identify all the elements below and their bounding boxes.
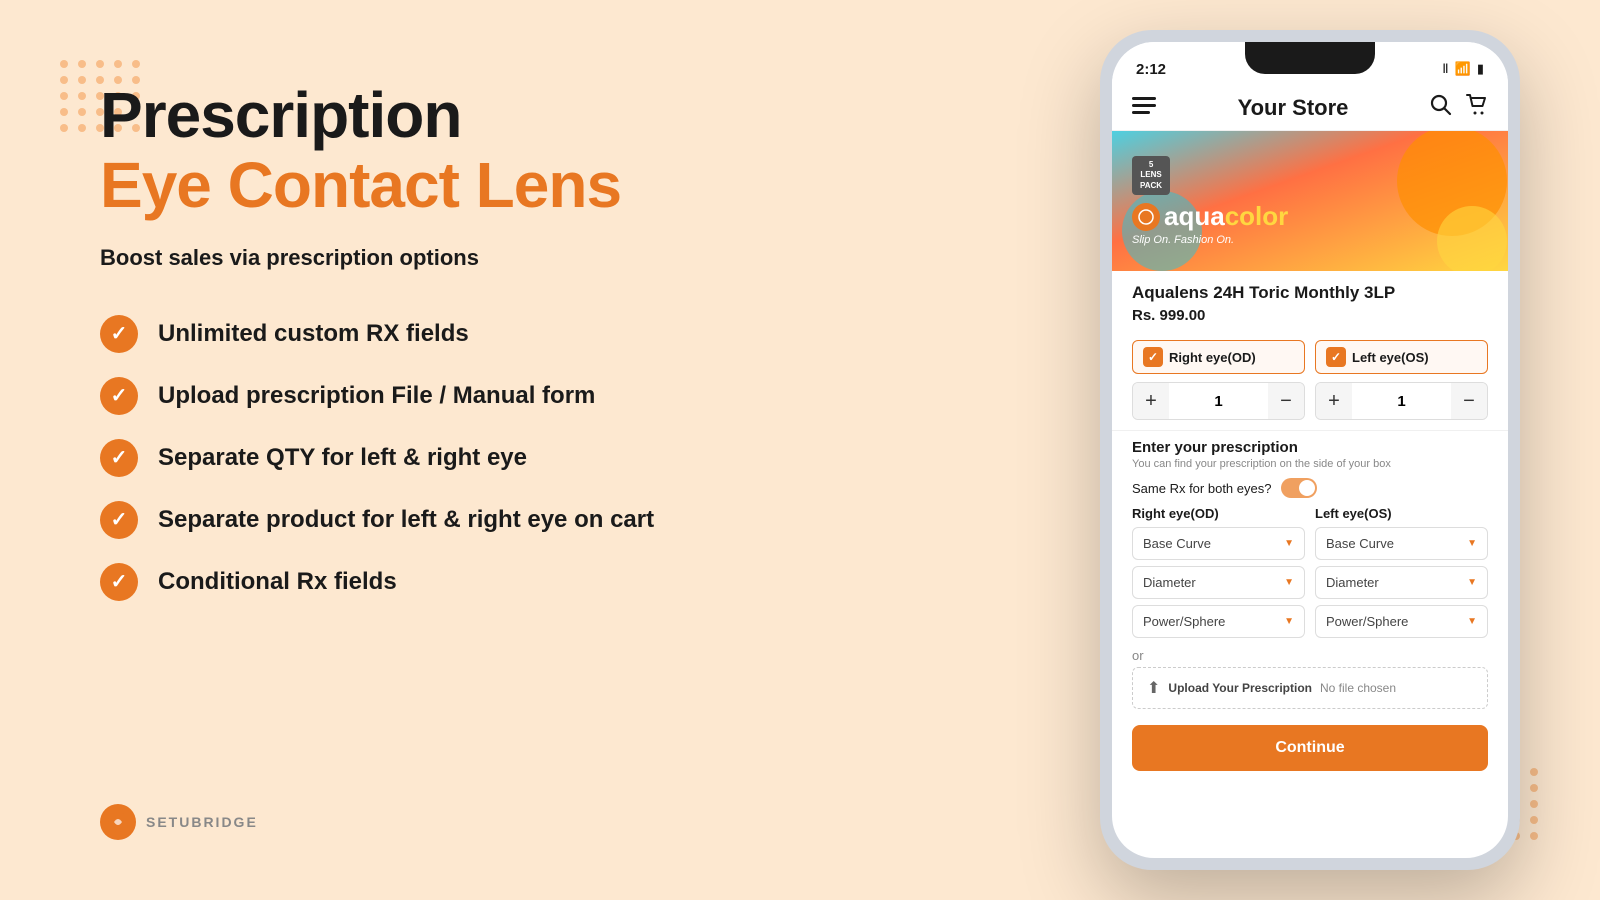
search-icon[interactable] (1430, 94, 1452, 122)
toggle-knob (1299, 480, 1315, 496)
feature-list: Unlimited custom RX fields Upload prescr… (100, 315, 800, 601)
left-qty-plus[interactable]: + (1316, 383, 1352, 419)
same-rx-label: Same Rx for both eyes? (1132, 481, 1271, 496)
right-eye-fields: Base Curve ▼ Diameter ▼ Power/Sphere ▼ (1132, 527, 1305, 644)
same-rx-toggle[interactable] (1281, 478, 1317, 498)
or-divider: or (1132, 648, 1488, 663)
title-main: Prescription (100, 80, 800, 150)
subtitle: Boost sales via prescription options (100, 245, 800, 271)
left-eye-selector[interactable]: ✓ Left eye(OS) (1315, 340, 1488, 374)
check-icon-feature-2 (100, 377, 138, 415)
brand-tagline: Slip On. Fashion On. (1132, 234, 1234, 246)
upload-icon: ⬆ (1147, 678, 1160, 698)
check-icon-feature-3 (100, 439, 138, 477)
feature-item-feature-3: Separate QTY for left & right eye (100, 439, 800, 477)
store-title: Your Store (1238, 95, 1349, 121)
feature-text-feature-1: Unlimited custom RX fields (158, 320, 469, 348)
left-power-arrow: ▼ (1467, 616, 1477, 627)
right-diameter-dropdown[interactable]: Diameter ▼ (1132, 566, 1305, 599)
product-price: Rs. 999.00 (1132, 307, 1488, 324)
right-diameter-label: Diameter (1143, 575, 1196, 590)
wifi-icon: 📶 (1455, 61, 1471, 77)
left-section: Prescription Eye Contact Lens Boost sale… (100, 80, 800, 601)
right-base-curve-label: Base Curve (1143, 536, 1211, 551)
eye-selectors: ✓ Right eye(OD) ✓ Left eye(OS) (1112, 332, 1508, 382)
feature-item-feature-2: Upload prescription File / Manual form (100, 377, 800, 415)
left-base-curve-label: Base Curve (1326, 536, 1394, 551)
right-qty-plus[interactable]: + (1133, 383, 1169, 419)
same-rx-row: Same Rx for both eyes? (1132, 478, 1488, 498)
left-diameter-dropdown[interactable]: Diameter ▼ (1315, 566, 1488, 599)
right-base-curve-dropdown[interactable]: Base Curve ▼ (1132, 527, 1305, 560)
right-eye-label: Right eye(OD) (1169, 350, 1256, 365)
battery-icon: ▮ (1477, 61, 1484, 77)
left-power-dropdown[interactable]: Power/Sphere ▼ (1315, 605, 1488, 638)
right-power-arrow: ▼ (1284, 616, 1294, 627)
right-base-curve-arrow: ▼ (1284, 538, 1294, 549)
left-qty-minus[interactable]: − (1451, 383, 1487, 419)
feature-item-feature-4: Separate product for left & right eye on… (100, 501, 800, 539)
left-eye-fields: Base Curve ▼ Diameter ▼ Power/Sphere ▼ (1315, 527, 1488, 644)
left-eye-qty: + 1 − (1315, 382, 1488, 420)
continue-button[interactable]: Continue (1132, 725, 1488, 771)
left-diameter-label: Diameter (1326, 575, 1379, 590)
phone-mockup: 2:12 Ⅱ 📶 ▮ Your Store (1100, 30, 1520, 870)
title-sub: Eye Contact Lens (100, 150, 800, 220)
right-eye-qty: + 1 − (1132, 382, 1305, 420)
phone-outer: 2:12 Ⅱ 📶 ▮ Your Store (1100, 30, 1520, 870)
signal-icon: Ⅱ (1442, 61, 1448, 77)
product-image-banner: 5LENSPACK aquacolor Slip On. Fashion On. (1112, 131, 1508, 271)
brand-logo: SETUBRIDGE (100, 804, 258, 840)
status-time: 2:12 (1136, 61, 1166, 78)
brand-name: SETUBRIDGE (146, 814, 258, 830)
header-action-icons (1430, 94, 1488, 122)
right-eye-checkbox[interactable]: ✓ (1143, 347, 1163, 367)
left-eye-checkbox[interactable]: ✓ (1326, 347, 1346, 367)
qty-selectors: + 1 − + 1 − (1112, 382, 1508, 430)
app-header: Your Store (1112, 86, 1508, 131)
upload-no-file: No file chosen (1320, 681, 1396, 695)
feature-text-feature-3: Separate QTY for left & right eye (158, 444, 527, 472)
left-qty-value: 1 (1352, 387, 1451, 416)
brand-icon (100, 804, 136, 840)
left-diameter-arrow: ▼ (1467, 577, 1477, 588)
status-icons: Ⅱ 📶 ▮ (1442, 61, 1484, 77)
right-qty-minus[interactable]: − (1268, 383, 1304, 419)
menu-icon[interactable] (1132, 95, 1156, 121)
left-power-label: Power/Sphere (1326, 614, 1408, 629)
feature-item-feature-1: Unlimited custom RX fields (100, 315, 800, 353)
prescription-section: Enter your prescription You can find you… (1112, 430, 1508, 717)
product-info: Aqualens 24H Toric Monthly 3LP Rs. 999.0… (1112, 271, 1508, 332)
brand-aqua: aquacolor (1164, 201, 1288, 232)
left-eye-label: Left eye(OS) (1352, 350, 1429, 365)
check-icon-feature-4 (100, 501, 138, 539)
check-icon-feature-1 (100, 315, 138, 353)
cart-icon[interactable] (1466, 94, 1488, 122)
product-name: Aqualens 24H Toric Monthly 3LP (1132, 283, 1488, 303)
upload-area[interactable]: ⬆ Upload Your Prescription No file chose… (1132, 667, 1488, 709)
lens-pack-badge: 5LENSPACK (1140, 160, 1162, 190)
rx-fields: Base Curve ▼ Diameter ▼ Power/Sphere ▼ (1132, 527, 1488, 644)
upload-text: Upload Your Prescription (1168, 681, 1312, 695)
feature-item-feature-5: Conditional Rx fields (100, 563, 800, 601)
feature-text-feature-5: Conditional Rx fields (158, 568, 397, 596)
right-col-header: Right eye(OD) (1132, 506, 1305, 527)
rx-subtitle: You can find your prescription on the si… (1132, 458, 1488, 470)
left-base-curve-arrow: ▼ (1467, 538, 1477, 549)
feature-text-feature-4: Separate product for left & right eye on… (158, 506, 654, 534)
left-base-curve-dropdown[interactable]: Base Curve ▼ (1315, 527, 1488, 560)
right-eye-selector[interactable]: ✓ Right eye(OD) (1132, 340, 1305, 374)
right-qty-value: 1 (1169, 387, 1268, 416)
rx-title: Enter your prescription (1132, 439, 1488, 456)
right-diameter-arrow: ▼ (1284, 577, 1294, 588)
phone-screen: 2:12 Ⅱ 📶 ▮ Your Store (1112, 42, 1508, 858)
phone-notch (1245, 42, 1375, 74)
left-col-header: Left eye(OS) (1315, 506, 1488, 527)
right-power-label: Power/Sphere (1143, 614, 1225, 629)
eye-col-headers: Right eye(OD) Left eye(OS) (1132, 506, 1488, 527)
right-power-dropdown[interactable]: Power/Sphere ▼ (1132, 605, 1305, 638)
feature-text-feature-2: Upload prescription File / Manual form (158, 382, 595, 410)
check-icon-feature-5 (100, 563, 138, 601)
